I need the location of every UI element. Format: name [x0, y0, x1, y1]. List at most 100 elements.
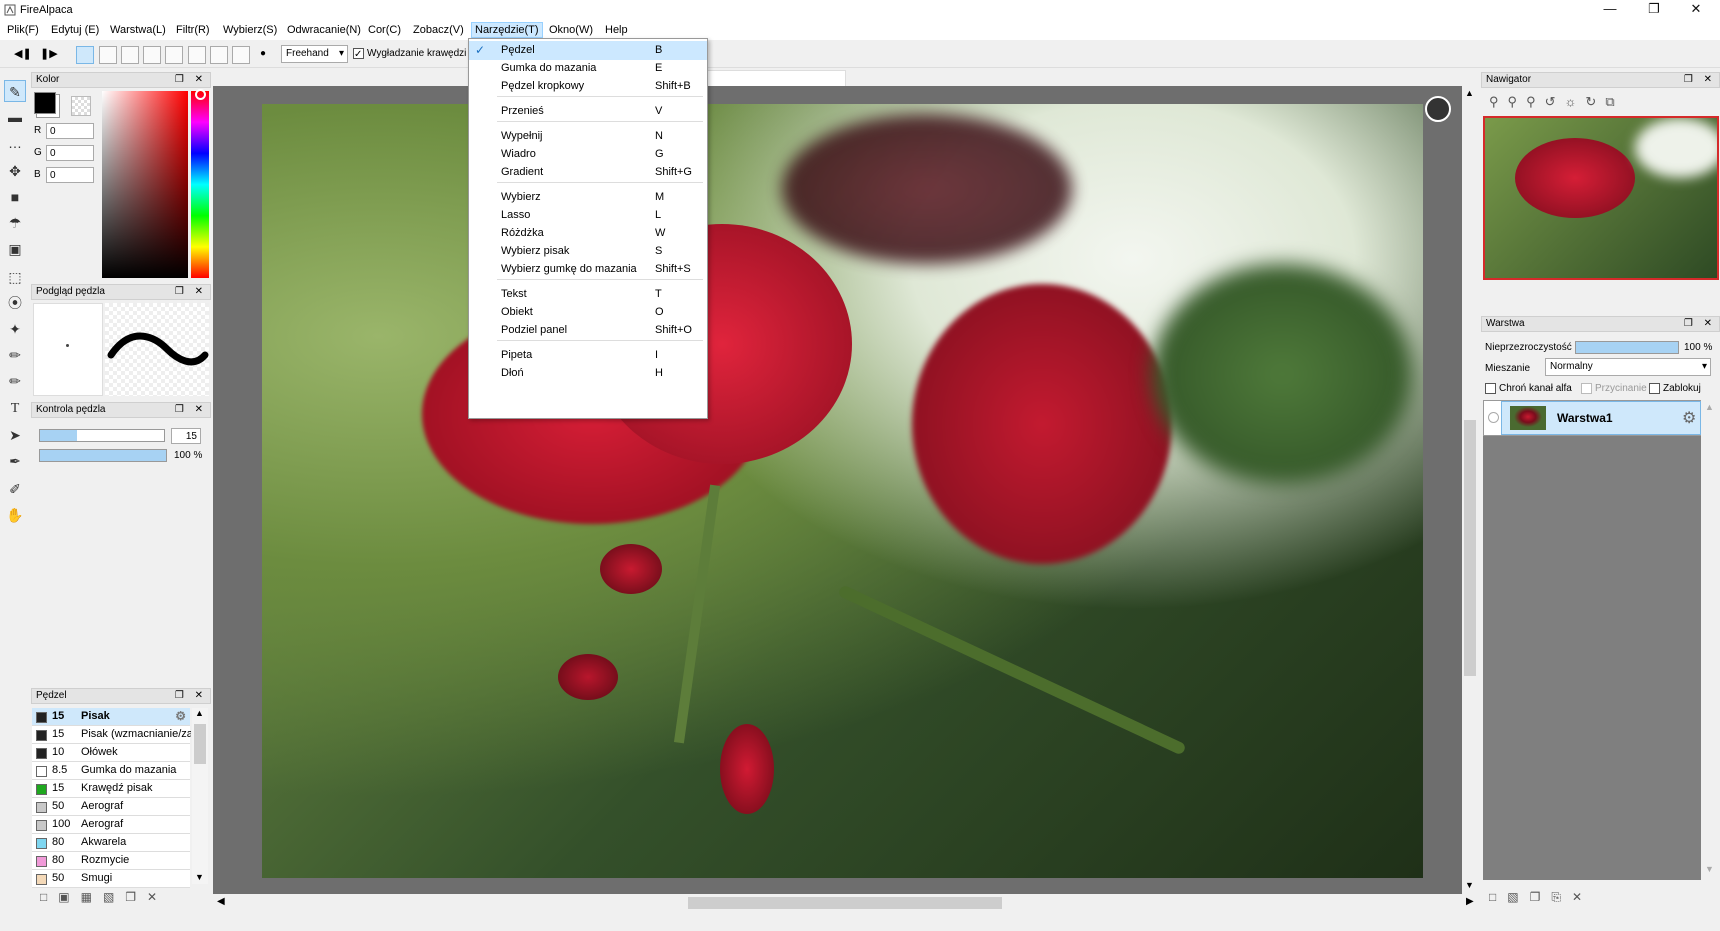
- rotate-right-icon[interactable]: ↻: [1585, 94, 1605, 109]
- zoom-reset-icon[interactable]: ⚲: [1526, 94, 1545, 109]
- menu-filter[interactable]: Filtr(R): [173, 23, 213, 39]
- duplicate-layer-icon[interactable]: ❐: [1530, 890, 1552, 904]
- menu-layer[interactable]: Warstwa(L): [107, 23, 169, 39]
- new-brush-icon[interactable]: □: [40, 890, 58, 904]
- canvas-hscrollbar[interactable]: ◀ ▶: [213, 894, 1474, 910]
- brush-list-item[interactable]: 10 Ołówek: [32, 744, 190, 762]
- brush-list-item[interactable]: 50 Aerograf: [32, 798, 190, 816]
- object-tool-icon[interactable]: ➤: [4, 424, 26, 446]
- layer-row[interactable]: Warstwa1 ⚙: [1483, 400, 1701, 436]
- close-icon[interactable]: ✕: [1676, 0, 1716, 20]
- move-tool-icon[interactable]: ✥: [4, 160, 26, 182]
- menu-edit[interactable]: Edytuj (E): [48, 23, 102, 39]
- lasso-tool-icon[interactable]: ⦿: [4, 292, 26, 314]
- hue-slider[interactable]: [191, 91, 209, 278]
- menu-item-gradient[interactable]: Gradient Shift+G: [469, 163, 707, 182]
- menu-view[interactable]: Zobacz(V): [410, 23, 467, 39]
- rotate-left-icon[interactable]: ↺: [1545, 94, 1565, 109]
- b-input[interactable]: [46, 167, 94, 183]
- menu-item-wybierz[interactable]: Wybierz M: [469, 188, 707, 207]
- menu-item-różdżka[interactable]: Różdżka W: [469, 224, 707, 243]
- brush-list-item[interactable]: 15 Pisak (wzmacnianie/zanikanie): [32, 726, 191, 744]
- layer-list-scrollbar[interactable]: ▲ ▼: [1702, 400, 1718, 880]
- transparent-color-swatch[interactable]: [71, 96, 91, 116]
- scroll-down-icon[interactable]: ▼: [195, 872, 204, 882]
- menu-transform[interactable]: Odwracanie(N): [284, 23, 364, 39]
- duplicate-brush-icon[interactable]: ❐: [125, 890, 147, 904]
- brush-list-item[interactable]: 15 Krawędź pisak: [32, 780, 190, 798]
- canvas-vscroll-thumb[interactable]: [1464, 420, 1476, 676]
- saturation-value-picker[interactable]: [102, 91, 188, 278]
- bucket-tool-icon[interactable]: ☂: [4, 212, 26, 234]
- menu-item-wybierz-pisak[interactable]: Wybierz pisak S: [469, 242, 707, 261]
- snap-lines-icon[interactable]: [143, 46, 161, 64]
- delete-layer-icon[interactable]: ✕: [1572, 890, 1593, 904]
- stroke-mode-select[interactable]: Freehand ▾: [281, 45, 348, 63]
- panel-controls-icon[interactable]: ❐ ✕: [175, 403, 207, 417]
- snap-grid-icon[interactable]: [121, 46, 139, 64]
- panel-controls-icon[interactable]: ❐ ✕: [175, 689, 207, 703]
- panel-controls-icon[interactable]: ❐ ✕: [1684, 317, 1716, 331]
- hue-handle-icon[interactable]: [195, 89, 206, 100]
- eyedropper-tool-icon[interactable]: ✐: [4, 478, 26, 500]
- menu-item-wiadro[interactable]: Wiadro G: [469, 145, 707, 164]
- menu-item-dłoń[interactable]: Dłoń H: [469, 364, 707, 383]
- scroll-up-icon[interactable]: ▲: [1705, 402, 1714, 412]
- brush-list-item[interactable]: 80 Akwarela: [32, 834, 190, 852]
- menu-item-wypełnij[interactable]: Wypełnij N: [469, 127, 707, 146]
- brush-settings-gear-icon[interactable]: ⚙: [175, 708, 186, 725]
- flip-icon[interactable]: ⧉: [1605, 94, 1623, 109]
- scroll-down-icon[interactable]: ▼: [1465, 880, 1474, 890]
- scroll-up-icon[interactable]: ▲: [195, 708, 204, 718]
- snap-perspective-icon[interactable]: [165, 46, 183, 64]
- menu-file[interactable]: Plik(F): [4, 23, 42, 39]
- menu-item-gumka-do-mazania[interactable]: Gumka do mazania E: [469, 59, 707, 78]
- restore-icon[interactable]: ❐: [1634, 0, 1674, 20]
- navigator-thumbnail[interactable]: [1483, 116, 1719, 280]
- hand-tool-icon[interactable]: ✋: [4, 504, 26, 526]
- menu-tools[interactable]: Narzędzie(T): [471, 22, 543, 38]
- snap-parallel-icon[interactable]: [99, 46, 117, 64]
- layer-visibility-icon[interactable]: [1488, 412, 1499, 423]
- scroll-up-icon[interactable]: ▲: [1465, 88, 1474, 98]
- menu-help[interactable]: Help: [602, 23, 631, 39]
- brush-list-item[interactable]: 80 Rozmycie: [32, 852, 190, 870]
- snap-off-icon[interactable]: [76, 46, 94, 64]
- dot-brush-tool-icon[interactable]: …: [4, 132, 26, 154]
- menu-item-tekst[interactable]: Tekst T: [469, 285, 707, 304]
- snap-curve-icon[interactable]: [210, 46, 228, 64]
- panel-controls-icon[interactable]: ❐ ✕: [175, 285, 207, 299]
- layer-settings-gear-icon[interactable]: ⚙: [1682, 408, 1696, 428]
- divide-panel-tool-icon[interactable]: ✒: [4, 450, 26, 472]
- menu-item-podziel-panel[interactable]: Podziel panel Shift+O: [469, 321, 707, 340]
- select-pen-tool-icon[interactable]: ✏: [4, 344, 26, 366]
- clipping-checkbox[interactable]: Przycinanie: [1581, 383, 1647, 394]
- antialias-check-icon[interactable]: ✓: [353, 48, 364, 60]
- alpaca-mascot-icon[interactable]: [1425, 96, 1451, 122]
- r-input[interactable]: [46, 123, 94, 139]
- menu-window[interactable]: Okno(W): [546, 23, 596, 39]
- brush-list-scroll-thumb[interactable]: [194, 724, 206, 764]
- layer-opacity-slider[interactable]: [1575, 341, 1679, 354]
- new-layer-icon[interactable]: □: [1489, 890, 1507, 904]
- brush-opacity-slider[interactable]: [39, 449, 167, 462]
- gradient-tool-icon[interactable]: ▣: [4, 238, 26, 260]
- eraser-tool-icon[interactable]: ▬: [4, 106, 26, 128]
- snap-settings-icon[interactable]: [232, 46, 250, 64]
- menu-item-pipeta[interactable]: Pipeta I: [469, 346, 707, 365]
- brush-list-item[interactable]: 8.5 Gumka do mazania: [32, 762, 190, 780]
- brush-list-scrollbar[interactable]: ▲ ▼: [192, 708, 208, 884]
- g-input[interactable]: [46, 145, 94, 161]
- brush-folder-icon[interactable]: ▧: [103, 890, 125, 904]
- scroll-right-icon[interactable]: ▶: [1466, 896, 1474, 907]
- menu-select[interactable]: Wybierz(S): [220, 23, 280, 39]
- text-tool-icon[interactable]: T: [4, 398, 26, 420]
- zoom-in-icon[interactable]: ⚲: [1489, 94, 1508, 109]
- brush-list-item[interactable]: 50 Smugi: [32, 870, 190, 888]
- brush-size-slider[interactable]: [39, 429, 165, 442]
- panel-controls-icon[interactable]: ❐ ✕: [175, 73, 207, 87]
- snap-circle-icon[interactable]: [188, 46, 206, 64]
- panel-controls-icon[interactable]: ❐ ✕: [1684, 73, 1716, 87]
- protect-alpha-checkbox[interactable]: Chroń kanał alfa: [1485, 383, 1572, 394]
- lock-checkbox[interactable]: Zablokuj: [1649, 383, 1701, 394]
